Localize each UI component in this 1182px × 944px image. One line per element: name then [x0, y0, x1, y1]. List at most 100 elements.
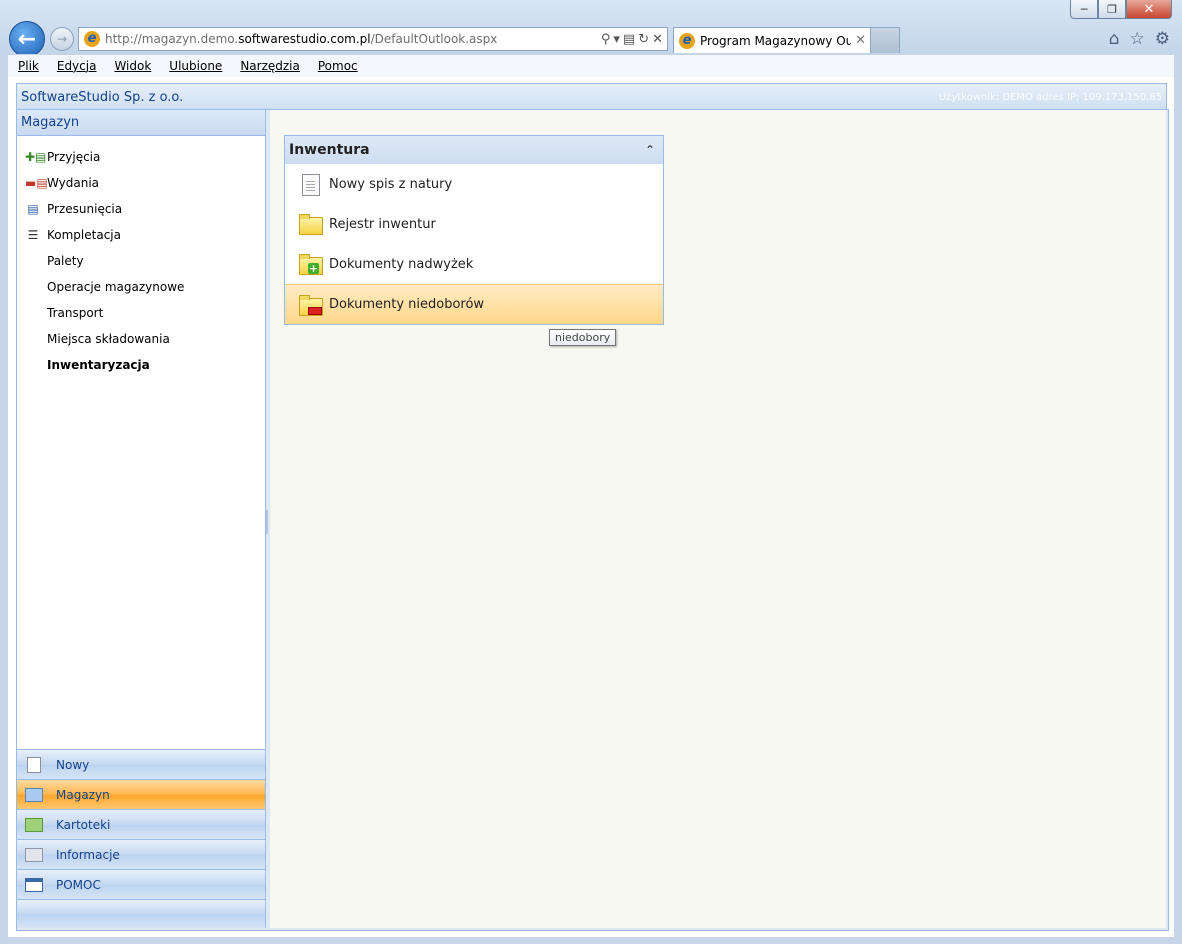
sidebar-item-label: Palety — [47, 254, 84, 268]
sidebar-item-przyjecia[interactable]: ✚▤ Przyjęcia — [17, 144, 265, 170]
user-info: Użytkownik: DEMO adres IP: 109.173.150.8… — [938, 91, 1162, 103]
section-magazyn[interactable]: Magazyn — [17, 779, 265, 809]
web-page: SoftwareStudio Sp. z o.o. Użytkownik: DE… — [8, 77, 1174, 937]
folder-remove-icon — [299, 294, 323, 316]
sidebar-title: Magazyn — [17, 110, 265, 136]
goods-in-icon: ✚▤ — [25, 150, 47, 164]
goods-out-icon: ▬▤ — [25, 176, 48, 190]
menu-ulubione[interactable]: Ulubione — [159, 59, 230, 73]
sidebar-item-label: Przyjęcia — [47, 150, 101, 164]
section-label: Kartoteki — [56, 817, 111, 832]
list-icon: ☰ — [27, 228, 39, 242]
collapse-chevron-icon[interactable]: ⌃ — [645, 143, 655, 157]
transfer-icon: ▤ — [27, 202, 39, 216]
window-controls: ─ ❐ ✕ — [1070, 0, 1172, 19]
close-window-button[interactable]: ✕ — [1126, 0, 1172, 19]
search-icon[interactable]: ⚲ — [601, 32, 611, 47]
section-label: Informacje — [56, 847, 120, 862]
sidebar-item-label: Transport — [47, 306, 104, 320]
browser-toolbar-icons: ⌂ ☆ ⚙ — [1109, 29, 1170, 49]
section-nowy[interactable]: Nowy — [17, 749, 265, 779]
gear-icon[interactable]: ⚙ — [1155, 29, 1170, 49]
menu-bar: Plik Edycja Widok Ulubione Narzędzia Pom… — [8, 54, 1174, 78]
forward-button[interactable]: → — [50, 27, 74, 51]
sidebar-item-label: Przesunięcia — [47, 202, 123, 216]
back-button[interactable]: ← — [9, 21, 45, 57]
inwentura-panel: Inwentura ⌃ Nowy spis z natury Rejestr i… — [284, 135, 664, 325]
panel-item-nowy-spis[interactable]: Nowy spis z natury — [285, 164, 663, 204]
address-url[interactable]: http://magazyn.demo.softwarestudio.com.p… — [105, 32, 601, 46]
favorites-star-icon[interactable]: ☆ — [1130, 29, 1145, 49]
ie-logo-icon: e — [84, 31, 100, 47]
calendar-icon — [25, 877, 43, 892]
menu-widok[interactable]: Widok — [104, 59, 159, 73]
sidebar-item-wydania[interactable]: ▬▤ Wydania — [17, 170, 265, 196]
sidebar-item-operacje[interactable]: Operacje magazynowe — [17, 274, 265, 300]
arrow-left-icon: ← — [17, 26, 37, 52]
panel-header[interactable]: Inwentura ⌃ — [285, 136, 663, 164]
company-name: SoftwareStudio Sp. z o.o. — [21, 89, 184, 105]
browser-titlebar: ─ ❐ ✕ ← → e http://magazyn.demo.software… — [0, 0, 1182, 57]
url-domain: softwarestudio.com.pl — [238, 32, 371, 46]
main-content: Inwentura ⌃ Nowy spis z natury Rejestr i… — [270, 110, 1166, 928]
refresh-icon[interactable]: ↻ — [638, 32, 649, 47]
section-label: Magazyn — [56, 787, 110, 802]
section-informacje[interactable]: Informacje — [17, 839, 265, 869]
sidebar-item-label: Inwentaryzacja — [47, 358, 150, 372]
minimize-button[interactable]: ─ — [1070, 0, 1098, 19]
app-frame: Magazyn ✚▤ Przyjęcia ▬▤ Wydania ▤ Przesu… — [16, 109, 1169, 931]
tooltip: niedobory — [549, 329, 617, 346]
url-prefix: http://magazyn.demo. — [105, 32, 239, 46]
sidebar-item-transport[interactable]: Transport — [17, 300, 265, 326]
folder-blue-icon — [25, 787, 43, 802]
section-pomoc[interactable]: POMOC — [17, 869, 265, 899]
sidebar-sections: Nowy Magazyn Kartoteki Informacje POMOC — [17, 749, 265, 928]
sidebar-item-label: Kompletacja — [47, 228, 121, 242]
dropdown-icon[interactable]: ▾ — [613, 32, 620, 47]
url-path: /DefaultOutlook.aspx — [370, 32, 498, 46]
stop-icon[interactable]: ✕ — [652, 32, 663, 47]
address-actions: ⚲ ▾ ▤ ↻ ✕ — [601, 32, 667, 47]
browser-tab[interactable]: e Program Magazynowy Outl... ✕ — [673, 27, 871, 53]
panel-item-label: Dokumenty niedoborów — [329, 297, 485, 312]
sidebar-item-label: Miejsca składowania — [47, 332, 170, 346]
panel-title: Inwentura — [289, 142, 370, 158]
section-label: Nowy — [56, 757, 90, 772]
sidebar-item-miejsca[interactable]: Miejsca składowania — [17, 326, 265, 352]
panel-item-rejestr[interactable]: Rejestr inwentur — [285, 204, 663, 244]
panel-item-label: Rejestr inwentur — [329, 216, 436, 232]
sidebar-item-inwentaryzacja[interactable]: Inwentaryzacja — [17, 352, 265, 378]
section-label: POMOC — [56, 877, 101, 892]
panel-item-nadwyzki[interactable]: + Dokumenty nadwyżek — [285, 244, 663, 284]
sidebar-item-przesuniecia[interactable]: ▤ Przesunięcia — [17, 196, 265, 222]
menu-pomoc[interactable]: Pomoc — [308, 59, 366, 73]
splitter-handle[interactable] — [266, 510, 268, 534]
sidebar: Magazyn ✚▤ Przyjęcia ▬▤ Wydania ▤ Przesu… — [17, 110, 266, 928]
folder-gray-icon — [25, 847, 43, 862]
sidebar-list: ✚▤ Przyjęcia ▬▤ Wydania ▤ Przesunięcia ☰… — [17, 136, 265, 378]
folder-icon — [299, 214, 323, 235]
tab-title: Program Magazynowy Outl... — [700, 33, 852, 48]
arrow-right-icon: → — [56, 32, 68, 46]
app-header: SoftwareStudio Sp. z o.o. Użytkownik: DE… — [16, 83, 1167, 111]
menu-plik[interactable]: Plik — [8, 59, 47, 73]
new-page-icon — [27, 756, 41, 773]
ie-logo-icon: e — [679, 32, 695, 49]
sidebar-item-label: Operacje magazynowe — [47, 280, 185, 294]
maximize-button[interactable]: ❐ — [1098, 0, 1126, 19]
section-footer — [17, 899, 265, 928]
menu-edycja[interactable]: Edycja — [47, 59, 105, 73]
panel-item-label: Dokumenty nadwyżek — [329, 256, 474, 272]
sidebar-item-palety[interactable]: Palety — [17, 248, 265, 274]
folder-green-icon — [25, 817, 43, 832]
menu-narzedzia[interactable]: Narzędzia — [230, 59, 308, 73]
home-icon[interactable]: ⌂ — [1109, 29, 1120, 49]
folder-add-icon: + — [299, 254, 323, 275]
close-tab-icon[interactable]: ✕ — [851, 33, 870, 48]
sidebar-item-kompletacja[interactable]: ☰ Kompletacja — [17, 222, 265, 248]
panel-item-niedobory[interactable]: Dokumenty niedoborów — [285, 284, 663, 324]
new-tab-button[interactable] — [870, 27, 900, 53]
section-kartoteki[interactable]: Kartoteki — [17, 809, 265, 839]
compatibility-icon[interactable]: ▤ — [623, 32, 635, 47]
address-bar[interactable]: e http://magazyn.demo.softwarestudio.com… — [78, 27, 668, 51]
